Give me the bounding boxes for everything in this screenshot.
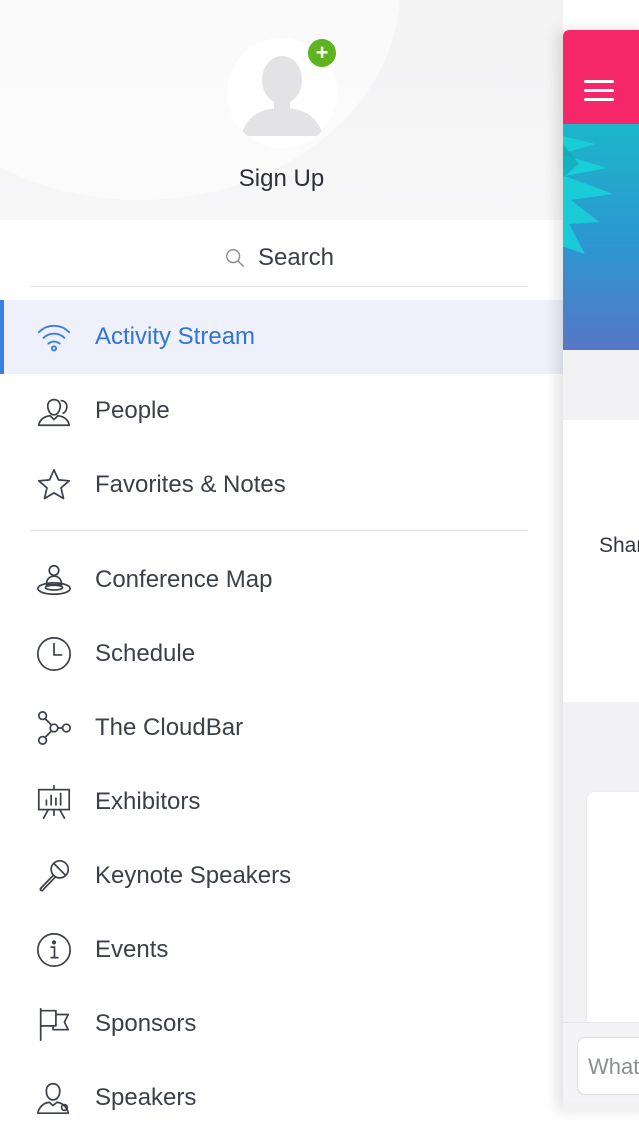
profile-header: + Sign Up (0, 0, 563, 220)
share-card[interactable]: Shar (563, 420, 639, 702)
sign-up-link[interactable]: Sign Up (0, 165, 563, 193)
add-photo-button[interactable]: + (306, 37, 338, 69)
menu-item-label: Keynote Speakers (95, 862, 292, 889)
event-banner-image (563, 124, 639, 350)
palm-leaf-graphic (563, 136, 613, 254)
menu-item-people[interactable]: People (0, 374, 563, 448)
microphone-icon (39, 859, 70, 892)
nodes-icon (37, 710, 72, 746)
menu-item-favorites-notes[interactable]: Favorites & Notes (0, 448, 563, 522)
menu-item-events[interactable]: Events (0, 913, 563, 987)
menu-item-sponsors[interactable]: Sponsors (0, 987, 563, 1061)
clock-icon (36, 636, 72, 672)
navigation-drawer: + Sign Up Search Activity Stream People … (0, 0, 563, 1136)
menu-item-label: The CloudBar (95, 714, 244, 741)
share-card-text: Shar (599, 534, 639, 557)
flag-icon (39, 1007, 70, 1042)
menu-divider (30, 530, 528, 531)
menu-item-speakers[interactable]: Speakers (0, 1061, 563, 1135)
menu-item-keynote-speakers[interactable]: Keynote Speakers (0, 839, 563, 913)
hamburger-icon (584, 89, 614, 92)
menu-item-exhibitors[interactable]: Exhibitors (0, 765, 563, 839)
hamburger-icon (584, 98, 614, 101)
post-composer: What (563, 1022, 639, 1102)
menu-item-label: Schedule (95, 640, 196, 667)
top-app-bar (563, 30, 639, 124)
menu-item-schedule[interactable]: Schedule (0, 617, 563, 691)
menu-item-activity-stream[interactable]: Activity Stream (0, 300, 563, 374)
wifi-icon (37, 324, 71, 352)
post-input-placeholder: What (588, 1054, 639, 1079)
hamburger-icon (584, 80, 614, 83)
menu-item-label: Speakers (95, 1084, 197, 1111)
menu-item-label: Sponsors (95, 1010, 197, 1037)
search-placeholder: Search (257, 244, 335, 271)
main-content-panel[interactable]: Shar What (563, 30, 639, 1110)
menu-item-label: Favorites & Notes (95, 471, 286, 498)
search-bar[interactable]: Search (30, 230, 528, 287)
map-pin-icon (36, 564, 72, 596)
people-icon (37, 398, 71, 427)
banner-gap (563, 350, 639, 420)
feed-card[interactable] (587, 792, 639, 1042)
speaker-person-icon (36, 1082, 70, 1115)
menu-item-label: Events (95, 936, 169, 963)
easel-icon (37, 784, 71, 820)
info-icon (36, 932, 72, 968)
menu-item-label: Exhibitors (95, 788, 201, 815)
post-input[interactable]: What (577, 1037, 639, 1095)
menu-item-the-cloudbar[interactable]: The CloudBar (0, 691, 563, 765)
star-icon (37, 468, 71, 500)
menu-list: Activity Stream People Favorites & Notes (0, 300, 563, 1135)
menu-item-label: People (95, 397, 170, 424)
menu-item-label: Conference Map (95, 566, 273, 593)
menu-item-label: Activity Stream (95, 323, 256, 350)
menu-toggle-button[interactable] (584, 80, 614, 102)
search-icon (225, 249, 244, 267)
menu-item-conference-map[interactable]: Conference Map (0, 543, 563, 617)
